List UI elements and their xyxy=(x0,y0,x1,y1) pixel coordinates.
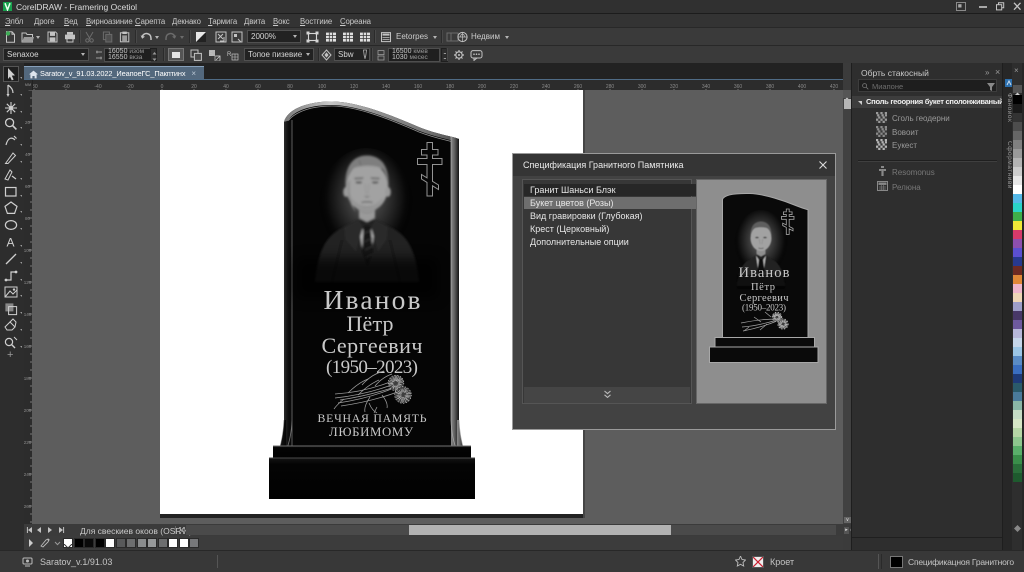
svg-text:R: R xyxy=(227,52,232,58)
svg-text:(1950–2023): (1950–2023) xyxy=(326,357,418,378)
svg-text:60: 60 xyxy=(25,184,31,189)
svg-text:260: 260 xyxy=(24,504,32,509)
svg-text:40: 40 xyxy=(25,152,31,157)
svg-text:200: 200 xyxy=(24,408,32,413)
svg-text:(1950–2023): (1950–2023) xyxy=(742,303,786,313)
svg-text:ЛЮБИМОМУ: ЛЮБИМОМУ xyxy=(329,425,414,439)
svg-text:100: 100 xyxy=(24,248,32,253)
svg-text:Сергеевич: Сергеевич xyxy=(322,333,423,358)
svg-text:Б: Б xyxy=(209,52,213,58)
svg-text:240: 240 xyxy=(24,472,32,477)
svg-text:160: 160 xyxy=(24,344,32,349)
svg-text:140: 140 xyxy=(24,312,32,317)
svg-text:220: 220 xyxy=(24,440,32,445)
svg-text:80: 80 xyxy=(25,216,31,221)
svg-text:Иванов: Иванов xyxy=(739,265,790,281)
svg-text:A: A xyxy=(7,236,15,250)
svg-text:20: 20 xyxy=(25,120,31,125)
svg-text:Пётр: Пётр xyxy=(751,282,775,293)
svg-text:180: 180 xyxy=(24,376,32,381)
svg-text:120: 120 xyxy=(24,280,32,285)
svg-text:ВЕЧНАЯ ПАМЯТЬ: ВЕЧНАЯ ПАМЯТЬ xyxy=(318,411,427,425)
